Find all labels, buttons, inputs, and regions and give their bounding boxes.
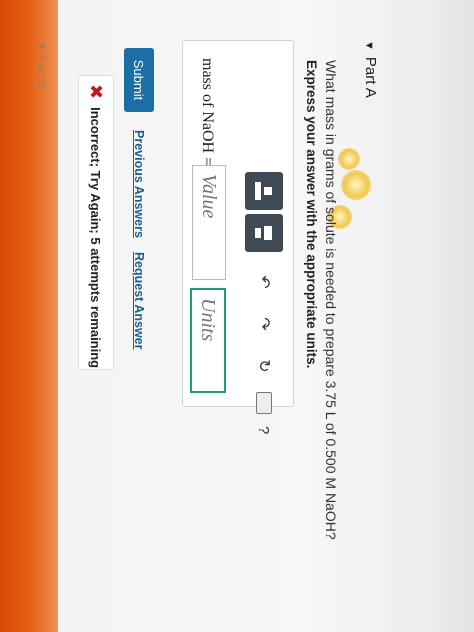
part-b-label: Part B [35, 55, 49, 89]
answer-instruction: Express your answer with the appropriate… [304, 60, 319, 369]
problem-panel: ▼ Part A What mass in grams of solute is … [0, 0, 474, 632]
part-b-header[interactable]: ▼ Part B [35, 40, 49, 89]
keyboard-icon[interactable] [256, 392, 272, 414]
undo-icon[interactable]: ↶ [254, 266, 274, 298]
error-x-icon: ✖ [86, 84, 107, 100]
part-a-label: Part A [362, 56, 379, 98]
part-a-header[interactable]: ▼ Part A [362, 40, 379, 98]
question-text: What mass in grams of solute is needed t… [323, 60, 339, 540]
reset-icon[interactable]: ↻ [254, 350, 274, 382]
templates-icon[interactable] [245, 172, 283, 210]
collapse-caret-icon: ▼ [363, 40, 375, 51]
feedback-text: Incorrect; Try Again; 5 attempts remaini… [88, 107, 104, 369]
mass-field-label: mass of NaOH = [199, 58, 216, 167]
symbols-icon[interactable] [245, 214, 283, 252]
units-input[interactable] [190, 288, 226, 393]
submit-button[interactable]: Submit [124, 48, 154, 112]
math-toolbar: ↶ ↷ ↻ ? [244, 172, 284, 434]
previous-answers-link[interactable]: Previous Answers [132, 130, 146, 238]
request-answer-link[interactable]: Request Answer [132, 252, 146, 349]
value-input[interactable] [192, 165, 226, 280]
help-icon[interactable]: ? [256, 426, 273, 434]
redo-icon[interactable]: ↷ [254, 308, 274, 340]
collapse-caret-icon: ▼ [35, 40, 49, 56]
feedback-banner: ✖ Incorrect; Try Again; 5 attempts remai… [78, 75, 114, 370]
